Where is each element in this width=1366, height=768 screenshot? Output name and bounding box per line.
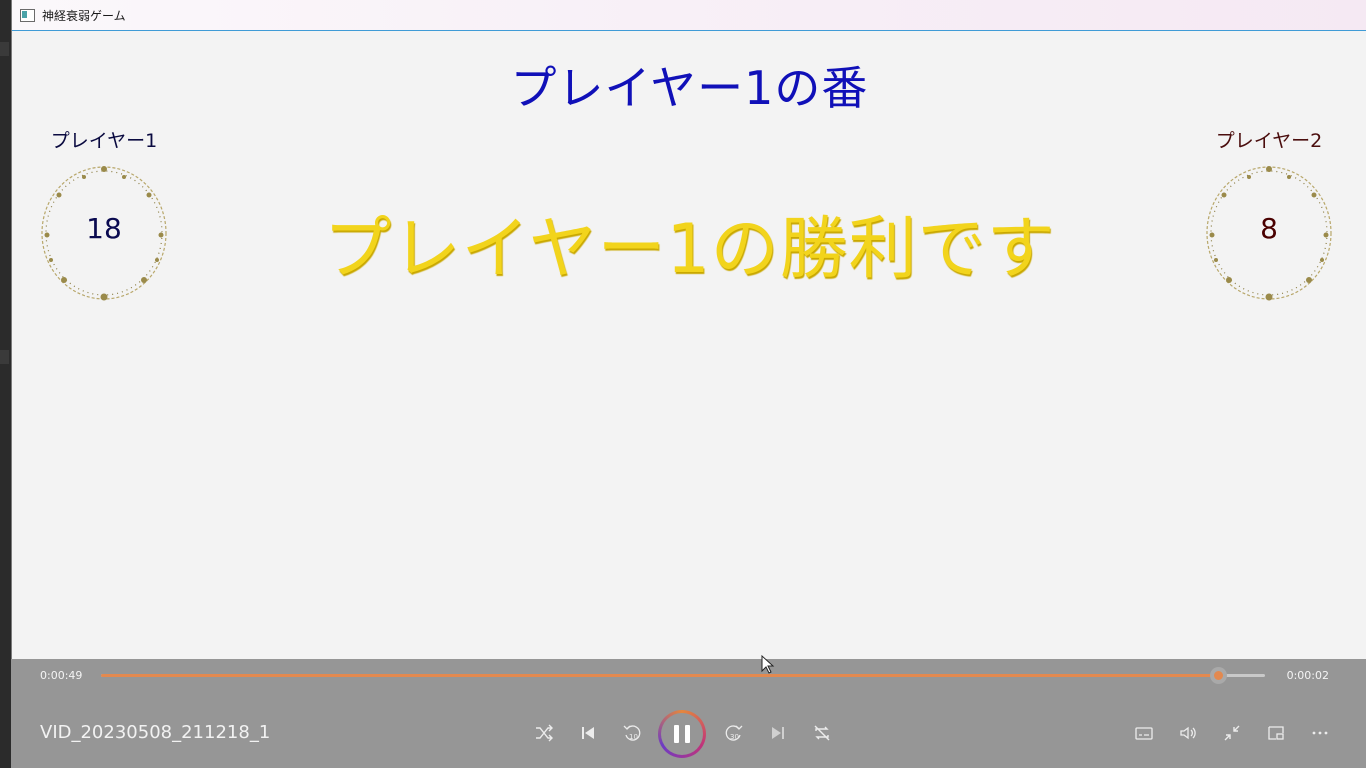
seek-bar[interactable] bbox=[101, 667, 1265, 684]
time-remaining: 0:00:02 bbox=[1286, 669, 1329, 682]
volume-button[interactable] bbox=[1175, 720, 1201, 746]
exit-fullscreen-button[interactable] bbox=[1219, 720, 1245, 746]
play-pause-button[interactable] bbox=[658, 710, 706, 758]
forward-30-button[interactable]: 30 bbox=[721, 720, 747, 746]
mini-player-button[interactable] bbox=[1263, 720, 1289, 746]
mini-player-icon bbox=[1268, 726, 1284, 740]
seek-bar-progress bbox=[101, 674, 1219, 677]
background-app-edge bbox=[0, 350, 9, 364]
previous-icon bbox=[582, 727, 594, 739]
app-window-icon bbox=[20, 8, 35, 22]
time-elapsed: 0:00:49 bbox=[40, 669, 83, 682]
next-icon bbox=[772, 727, 784, 739]
video-title: VID_20230508_211218_1 bbox=[40, 722, 271, 743]
forward-30-icon: 30 bbox=[725, 725, 743, 741]
player2-name: プレイヤー2 bbox=[1215, 130, 1323, 152]
repeat-off-icon bbox=[814, 725, 830, 741]
forward-30-label: 30 bbox=[730, 733, 739, 741]
volume-icon bbox=[1180, 726, 1196, 740]
repeat-button[interactable] bbox=[809, 720, 835, 746]
media-player-controls: 0:00:49 0:00:02 VID_20230508_211218_1 10… bbox=[11, 659, 1366, 768]
rewind-10-icon: 10 bbox=[623, 725, 641, 741]
turn-indicator: プレイヤー1の番 bbox=[510, 61, 869, 115]
shuffle-button[interactable] bbox=[531, 720, 557, 746]
desktop-background bbox=[0, 0, 11, 768]
exit-fullscreen-icon bbox=[1224, 725, 1240, 741]
pause-icon bbox=[671, 725, 693, 743]
window-title: 神経衰弱ゲーム bbox=[42, 8, 126, 23]
shuffle-icon bbox=[536, 724, 553, 742]
rewind-10-button[interactable]: 10 bbox=[619, 720, 645, 746]
next-button[interactable] bbox=[765, 720, 791, 746]
win-message: プレイヤー1の勝利です bbox=[323, 210, 1056, 289]
previous-button[interactable] bbox=[575, 720, 601, 746]
subtitles-button[interactable] bbox=[1131, 720, 1157, 746]
background-app-edge bbox=[0, 42, 9, 56]
window-titlebar[interactable]: 神経衰弱ゲーム bbox=[12, 0, 1366, 31]
game-window: 神経衰弱ゲーム プレイヤー1の番 プレイヤー1 プレイヤー2 18 8 プレイヤ… bbox=[11, 0, 1366, 768]
rewind-10-label: 10 bbox=[629, 733, 638, 741]
player1-name: プレイヤー1 bbox=[50, 130, 158, 152]
mouse-cursor-icon bbox=[761, 655, 775, 674]
subtitles-icon bbox=[1135, 727, 1153, 740]
seek-thumb[interactable] bbox=[1210, 667, 1228, 684]
more-options-button[interactable] bbox=[1307, 720, 1333, 746]
more-icon bbox=[1312, 731, 1328, 735]
